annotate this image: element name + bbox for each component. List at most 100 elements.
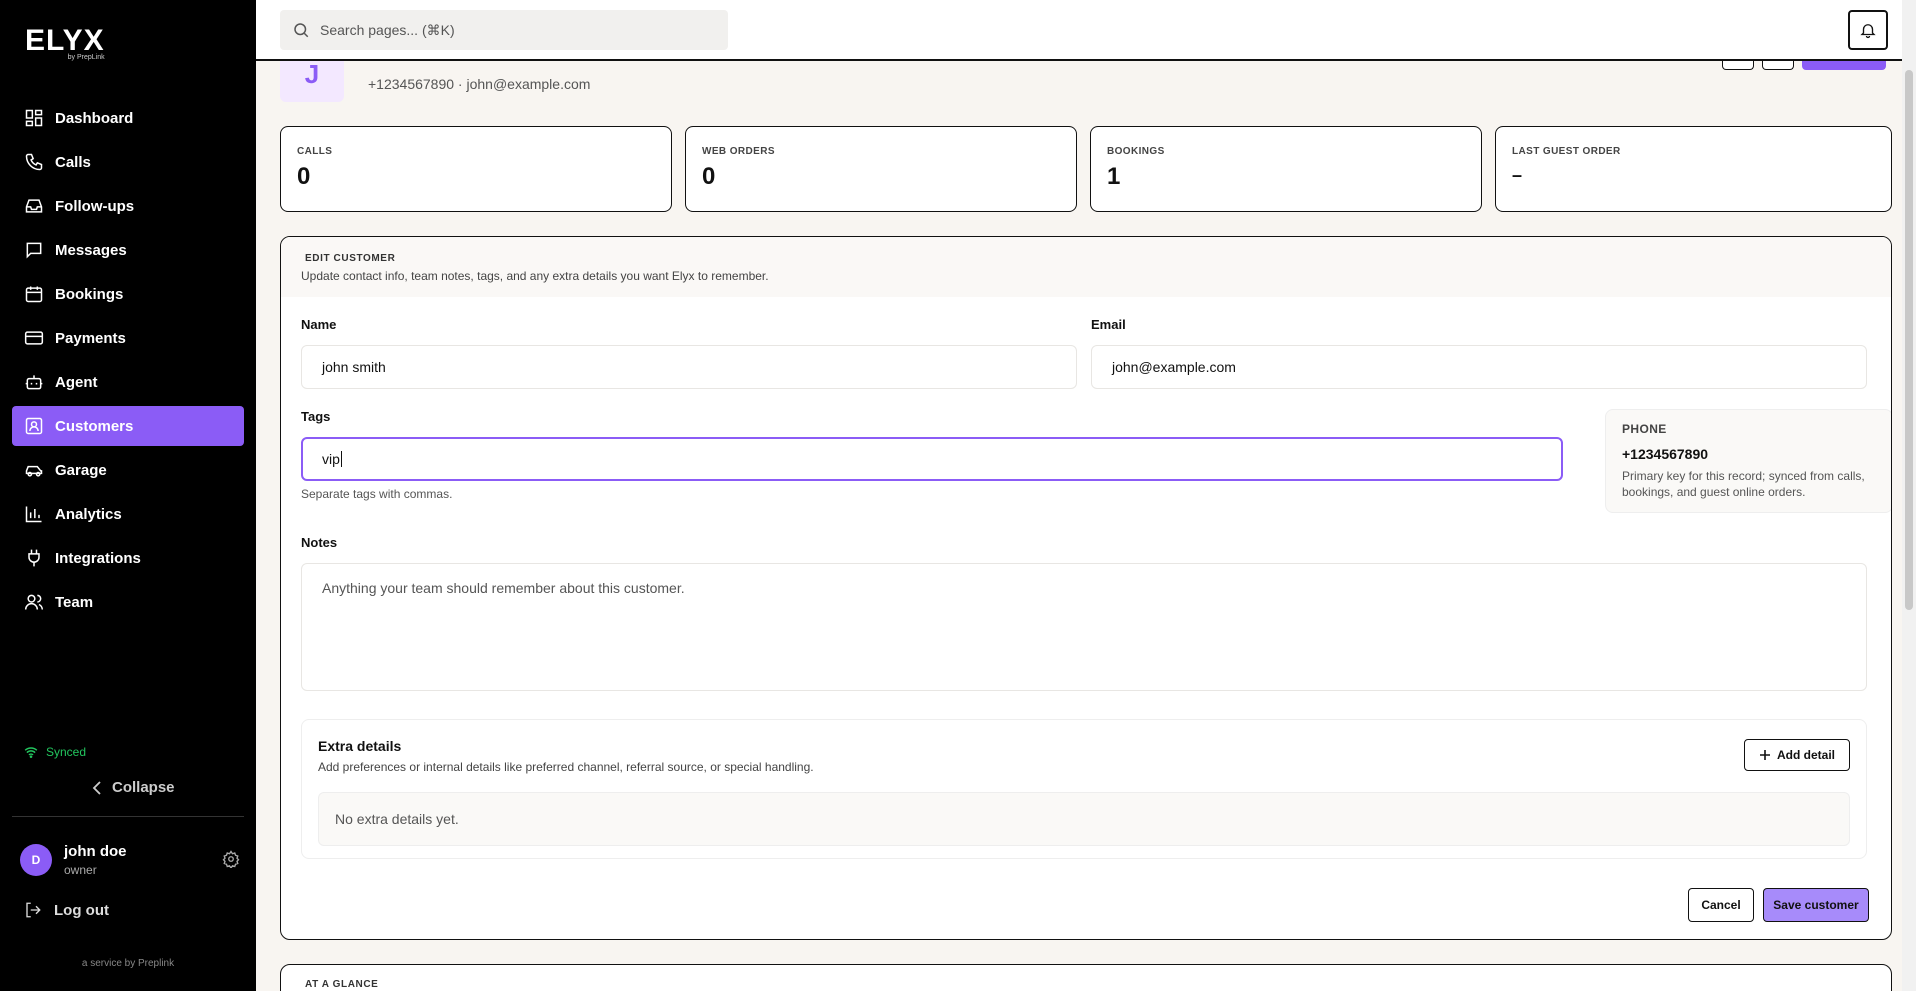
- name-input[interactable]: john smith: [301, 345, 1077, 389]
- stat-card-bookings: BOOKINGS 1: [1090, 126, 1482, 212]
- scrollbar-thumb[interactable]: [1905, 70, 1913, 610]
- add-detail-label: Add detail: [1776, 748, 1835, 762]
- sidebar-item-garage[interactable]: Garage: [12, 450, 244, 490]
- stat-label: CALLS: [297, 146, 333, 157]
- message-icon: [26, 242, 42, 259]
- sidebar-item-label: Bookings: [55, 285, 124, 303]
- collapse-button[interactable]: Collapse: [92, 779, 175, 796]
- sync-label: Synced: [46, 745, 87, 759]
- sidebar-item-customers[interactable]: Customers: [12, 406, 244, 446]
- add-detail-button[interactable]: Add detail: [1743, 739, 1850, 771]
- sync-status: Synced: [24, 745, 86, 759]
- sidebar-item-label: Analytics: [55, 505, 122, 523]
- search-icon: [294, 23, 309, 38]
- chart-icon: [25, 506, 42, 523]
- phone-number: +1234567890: [1622, 446, 1709, 462]
- cancel-button[interactable]: Cancel: [1688, 888, 1754, 922]
- plus-icon: [1759, 750, 1770, 760]
- stat-label: WEB ORDERS: [702, 146, 775, 157]
- stat-label: LAST GUEST ORDER: [1512, 146, 1621, 157]
- card-title: EDIT CUSTOMER: [305, 253, 396, 264]
- calendar-icon: [25, 286, 43, 303]
- service-credit: a service by Preplink: [81, 958, 175, 969]
- page-scrollbar[interactable]: [1902, 0, 1916, 991]
- bell-icon: [1860, 24, 1876, 39]
- sidebar-item-label: Integrations: [55, 549, 141, 567]
- credit-card-icon: [24, 331, 44, 345]
- user-role: owner: [64, 863, 97, 877]
- logout-label: Log out: [54, 901, 109, 919]
- extra-details-section: Extra details Add preferences or interna…: [301, 719, 1867, 859]
- stat-value: 1: [1107, 163, 1121, 190]
- tags-value: vip: [322, 451, 340, 467]
- sidebar-item-bookings[interactable]: Bookings: [12, 274, 244, 314]
- customer-contact-line: +1234567890 · john@example.com: [368, 76, 591, 92]
- logout-icon: [26, 902, 41, 918]
- sidebar-item-label: Team: [55, 593, 94, 611]
- save-customer-button[interactable]: Save customer: [1763, 888, 1869, 922]
- glance-title: AT A GLANCE: [305, 979, 379, 990]
- sidebar-item-label: Garage: [55, 461, 107, 479]
- chevron-left-icon: [92, 780, 101, 795]
- inbox-icon: [25, 199, 43, 213]
- tags-label: Tags: [301, 409, 331, 424]
- brand-name: ELYX: [25, 24, 105, 57]
- search-input[interactable]: Search pages... (⌘K): [280, 10, 728, 50]
- main-content: J +1234567890 · john@example.com CALLS 0…: [256, 0, 1916, 991]
- email-input[interactable]: john@example.com: [1091, 345, 1867, 389]
- sidebar-item-dashboard[interactable]: Dashboard: [12, 98, 244, 138]
- edit-customer-card: EDIT CUSTOMER Update contact info, team …: [280, 236, 1892, 940]
- sidebar-item-calls[interactable]: Calls: [12, 142, 244, 182]
- sidebar-item-follow-ups[interactable]: Follow-ups: [12, 186, 244, 226]
- user-name: john doe: [64, 843, 127, 860]
- phone-description: Primary key for this record; synced from…: [1622, 469, 1865, 499]
- extra-details-description: Add preferences or internal details like…: [318, 760, 814, 774]
- stat-label: BOOKINGS: [1107, 146, 1165, 157]
- sidebar-item-label: Calls: [55, 153, 91, 171]
- extra-details-title: Extra details: [318, 738, 402, 754]
- sidebar-item-payments[interactable]: Payments: [12, 318, 244, 358]
- sidebar-item-label: Payments: [55, 329, 126, 347]
- avatar[interactable]: D: [20, 844, 52, 876]
- notifications-button[interactable]: [1848, 10, 1888, 50]
- sidebar-item-agent[interactable]: Agent: [12, 362, 244, 402]
- users-icon: [24, 594, 44, 610]
- sidebar-item-label: Follow-ups: [55, 197, 135, 215]
- sidebar: ELYX by PrepLink Dashboard Calls Follow-…: [0, 0, 256, 991]
- top-bar: Search pages... (⌘K): [256, 0, 1916, 61]
- bot-icon: [25, 375, 43, 390]
- sidebar-item-messages[interactable]: Messages: [12, 230, 244, 270]
- sidebar-item-label: Agent: [55, 373, 98, 391]
- wifi-icon: [24, 747, 38, 758]
- card-header: EDIT CUSTOMER Update contact info, team …: [281, 237, 1891, 297]
- car-icon: [25, 465, 43, 477]
- stat-card-calls: CALLS 0: [280, 126, 672, 212]
- sidebar-item-analytics[interactable]: Analytics: [12, 494, 244, 534]
- user-info: john doe owner: [64, 843, 127, 877]
- brand-logo[interactable]: ELYX by PrepLink: [25, 24, 105, 62]
- sidebar-divider: [12, 816, 244, 817]
- logout-button[interactable]: Log out: [24, 901, 109, 919]
- card-description: Update contact info, team notes, tags, a…: [301, 269, 769, 283]
- tags-input[interactable]: vip: [301, 437, 1563, 481]
- stat-card-last-guest-order: LAST GUEST ORDER –: [1495, 126, 1892, 212]
- tags-hint: Separate tags with commas.: [301, 487, 453, 501]
- phone-info-box: PHONE +1234567890 Primary key for this r…: [1605, 409, 1891, 513]
- gear-icon[interactable]: [222, 850, 240, 868]
- text-caret: [340, 451, 342, 467]
- sidebar-item-label: Customers: [55, 417, 134, 435]
- name-label: Name: [301, 317, 337, 332]
- sidebar-item-label: Dashboard: [55, 109, 134, 127]
- email-label: Email: [1091, 317, 1126, 332]
- at-a-glance-card: AT A GLANCE: [280, 964, 1892, 991]
- phone-label: PHONE: [1622, 422, 1667, 436]
- stat-value: 0: [702, 163, 716, 190]
- contact-icon: [25, 417, 43, 435]
- sidebar-nav: Dashboard Calls Follow-ups Messages Book…: [12, 98, 244, 626]
- sidebar-item-team[interactable]: Team: [12, 582, 244, 622]
- notes-textarea[interactable]: Anything your team should remember about…: [301, 563, 1867, 691]
- sidebar-item-integrations[interactable]: Integrations: [12, 538, 244, 578]
- sidebar-item-label: Messages: [55, 241, 127, 259]
- stat-value: –: [1512, 165, 1523, 185]
- search-placeholder: Search pages... (⌘K): [320, 21, 455, 38]
